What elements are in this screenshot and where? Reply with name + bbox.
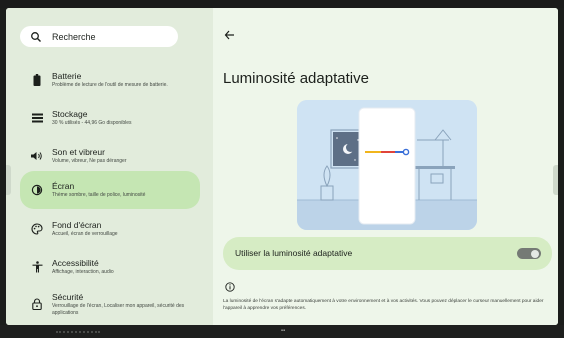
adaptive-brightness-switch[interactable] [517,248,541,259]
sidebar-item-title: Fond d'écran [52,220,102,231]
sidebar-item-accessibility[interactable]: Accessibilité Affichage, interaction, au… [20,248,200,286]
sidebar-item-display[interactable]: Écran Thème sombre, taille de police, lu… [20,171,200,209]
sidebar-item-subtitle: 30 % utilisés - 44,96 Go disponibles [52,120,132,127]
back-arrow-icon[interactable] [223,28,237,42]
sidebar-item-wallpaper[interactable]: Fond d'écran Accueil, écran de verrouill… [20,210,200,248]
sidebar-item-security[interactable]: Sécurité Verrouillage de l'écran, Locali… [20,285,200,323]
sidebar-item-title: Batterie [52,71,82,82]
sidebar-item-battery[interactable]: Batterie Problème de lecture de l'outil … [20,61,200,99]
sound-icon [30,149,44,163]
search-icon [31,31,41,42]
display-icon [30,183,44,197]
settings-screen: Recherche Batterie Problème de lecture d… [6,8,558,325]
left-edge-handle[interactable] [6,165,11,195]
monitor-logo: ▪▪ [280,328,286,334]
search-bar[interactable]: Recherche [20,26,178,47]
monitor-bezel-top [0,0,564,8]
sidebar-item-title: Son et vibreur [52,147,105,158]
sidebar-item-subtitle: Verrouillage de l'écran, Localiser mon a… [52,303,185,316]
sidebar-item-title: Écran [52,181,75,192]
sidebar-item-title: Stockage [52,109,88,120]
sidebar-item-storage[interactable]: Stockage 30 % utilisés - 44,96 Go dispon… [20,99,200,137]
info-icon [225,282,235,292]
adaptive-brightness-panel: Luminosité adaptative Utiliser la lumino… [213,8,558,325]
bezel-speaker-grille [56,331,100,335]
sidebar-item-subtitle: Problème de lecture de l'outil de mesure… [52,82,168,89]
right-edge-handle[interactable] [553,165,558,195]
battery-icon [30,73,44,87]
storage-icon [30,111,44,125]
lock-icon [30,297,44,311]
switch-knob [531,249,539,258]
sidebar-item-subtitle: Affichage, interaction, audio [52,269,114,276]
sidebar-item-subtitle: Accueil, écran de verrouillage [52,231,118,238]
brightness-illustration [297,100,477,230]
sidebar-item-subtitle: Volume, vibreur, Ne pas déranger [52,158,127,165]
sidebar-item-title: Sécurité [52,292,84,302]
page-title: Luminosité adaptative [223,70,369,87]
description-text: La luminosité de l'écran s'adapte automa… [223,299,544,311]
toggle-label: Utiliser la luminosité adaptative [235,248,353,258]
search-label: Recherche [52,31,96,42]
sidebar-item-subtitle: Thème sombre, taille de police, luminosi… [52,192,146,199]
sidebar-item-title: Accessibilité [52,258,99,269]
sidebar-item-sound[interactable]: Son et vibreur Volume, vibreur, Ne pas d… [20,137,200,175]
settings-sidebar: Recherche Batterie Problème de lecture d… [6,8,213,325]
accessibility-icon [30,260,44,274]
palette-icon [30,222,44,236]
adaptive-brightness-toggle-row[interactable]: Utiliser la luminosité adaptative [223,237,552,270]
